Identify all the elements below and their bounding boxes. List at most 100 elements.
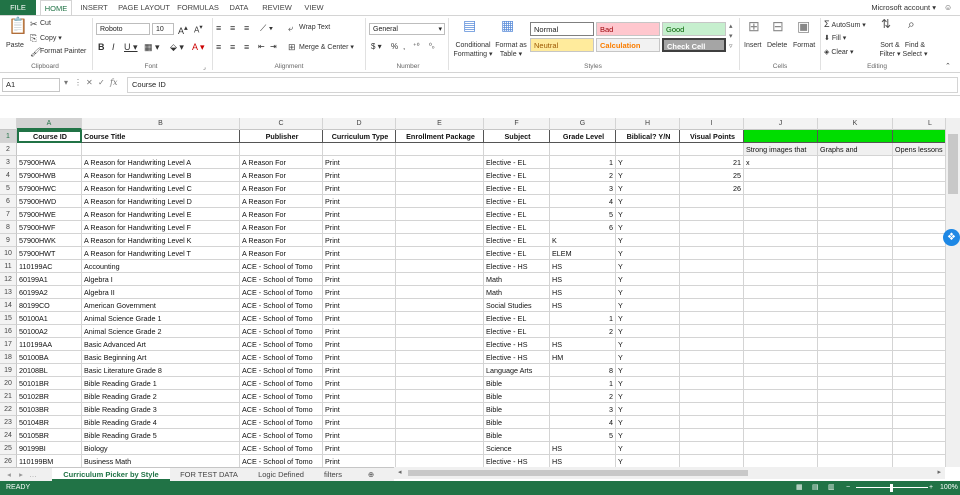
table-cell[interactable]: Print [323, 312, 396, 325]
table-cell[interactable]: Curriculum Type [323, 130, 396, 143]
table-cell[interactable]: Y [616, 325, 680, 338]
table-cell[interactable]: Print [323, 182, 396, 195]
table-cell[interactable]: ACE - School of Tomo [240, 377, 323, 390]
scroll-left-icon[interactable]: ◂ [398, 468, 402, 476]
table-cell[interactable] [893, 130, 945, 143]
table-cell[interactable] [680, 351, 744, 364]
table-cell[interactable]: Subject [484, 130, 550, 143]
prev-sheet-icon[interactable]: ◂ [4, 468, 14, 481]
table-cell[interactable] [680, 364, 744, 377]
find-select-button[interactable]: Find & Select ▾ [900, 41, 930, 59]
table-cell[interactable] [396, 182, 484, 195]
row-header[interactable]: 25 [0, 442, 17, 455]
table-cell[interactable] [744, 299, 818, 312]
table-cell[interactable] [396, 247, 484, 260]
table-cell[interactable] [396, 364, 484, 377]
table-cell[interactable] [893, 416, 945, 429]
table-cell[interactable] [893, 195, 945, 208]
table-cell[interactable]: Bible [484, 377, 550, 390]
table-cell[interactable] [680, 442, 744, 455]
table-cell[interactable] [893, 299, 945, 312]
table-cell[interactable] [680, 286, 744, 299]
name-box[interactable]: A1 [2, 78, 60, 92]
borders-icon[interactable]: ▦ ▾ [144, 42, 160, 53]
table-cell[interactable]: Print [323, 169, 396, 182]
grow-font-icon[interactable]: A▴ [178, 23, 188, 36]
table-cell[interactable]: ACE - School of Tomo [240, 260, 323, 273]
binoculars-icon[interactable]: ⌕ [908, 18, 915, 30]
copy-button[interactable]: Copy ▾ [40, 34, 62, 42]
table-cell[interactable] [818, 169, 893, 182]
table-cell[interactable] [396, 234, 484, 247]
table-cell[interactable]: Print [323, 286, 396, 299]
style-check-cell[interactable]: Check Cell [662, 38, 726, 52]
tab-review[interactable]: REVIEW [258, 0, 296, 15]
table-cell[interactable] [893, 364, 945, 377]
table-cell[interactable]: Elective - HS [484, 351, 550, 364]
table-cell[interactable]: 50100A2 [17, 325, 82, 338]
table-cell[interactable]: Elective - EL [484, 325, 550, 338]
scroll-right-icon[interactable]: ▸ [937, 468, 941, 476]
table-cell[interactable]: 50105BR [17, 429, 82, 442]
table-cell[interactable]: Elective - EL [484, 208, 550, 221]
table-cell[interactable] [818, 416, 893, 429]
table-cell[interactable] [893, 286, 945, 299]
align-left-icon[interactable]: ≡ [216, 42, 221, 52]
spreadsheet-grid[interactable]: 1 Course ID Course Title Publisher Curriculu… [0, 118, 945, 467]
table-cell[interactable] [818, 130, 893, 143]
table-cell[interactable] [744, 338, 818, 351]
table-cell[interactable] [893, 338, 945, 351]
table-cell[interactable]: Basic Advanced Art [82, 338, 240, 351]
table-cell[interactable] [240, 143, 323, 156]
table-cell[interactable] [893, 403, 945, 416]
table-cell[interactable]: Print [323, 351, 396, 364]
table-cell[interactable] [744, 390, 818, 403]
table-cell[interactable]: 2 [550, 325, 616, 338]
style-neutral[interactable]: Neutral [530, 38, 594, 52]
table-cell[interactable]: Elective - EL [484, 234, 550, 247]
row-header[interactable]: 26 [0, 455, 17, 467]
table-cell[interactable]: A Reason For [240, 208, 323, 221]
table-cell[interactable] [893, 429, 945, 442]
table-cell[interactable]: Y [616, 442, 680, 455]
table-cell[interactable]: ACE - School of Tomo [240, 429, 323, 442]
table-cell[interactable]: Elective - HS [484, 338, 550, 351]
table-cell[interactable]: Y [616, 221, 680, 234]
table-cell[interactable]: 50102BR [17, 390, 82, 403]
table-cell[interactable]: Bible Reading Grade 4 [82, 416, 240, 429]
table-cell[interactable] [396, 208, 484, 221]
row-header[interactable]: 19 [0, 364, 17, 377]
table-cell[interactable]: 4 [550, 195, 616, 208]
table-cell[interactable] [680, 208, 744, 221]
delete-cells-icon[interactable]: ⊟ [772, 19, 784, 33]
formula-input[interactable]: Course ID [127, 77, 958, 93]
table-cell[interactable]: 110199AC [17, 260, 82, 273]
row-header[interactable]: 24 [0, 429, 17, 442]
table-cell[interactable] [893, 390, 945, 403]
table-cell[interactable] [744, 286, 818, 299]
table-cell[interactable]: Visual Points [680, 130, 744, 143]
table-cell[interactable]: Elective - EL [484, 182, 550, 195]
table-cell[interactable] [744, 130, 818, 143]
table-cell[interactable] [396, 403, 484, 416]
table-cell[interactable] [680, 338, 744, 351]
table-cell[interactable]: 57900HWD [17, 195, 82, 208]
horizontal-scrollbar[interactable]: ◂ ▸ [394, 467, 945, 479]
top-align-icon[interactable]: ≡ [216, 23, 221, 33]
table-cell[interactable]: A Reason For [240, 221, 323, 234]
table-cell[interactable]: 57900HWA [17, 156, 82, 169]
table-cell[interactable]: Y [616, 390, 680, 403]
table-cell[interactable] [744, 429, 818, 442]
row-header[interactable]: 1 [0, 130, 17, 143]
table-cell[interactable]: A Reason for Handwriting Level B [82, 169, 240, 182]
table-cell[interactable]: Bible [484, 429, 550, 442]
merge-center-button[interactable]: Merge & Center ▾ [299, 43, 354, 51]
table-cell[interactable] [893, 182, 945, 195]
table-cell[interactable] [744, 416, 818, 429]
table-cell[interactable]: Print [323, 195, 396, 208]
row-header[interactable]: 20 [0, 377, 17, 390]
table-cell[interactable]: ACE - School of Tomo [240, 390, 323, 403]
zoom-slider-thumb[interactable] [890, 484, 893, 492]
table-cell[interactable]: Publisher [240, 130, 323, 143]
table-cell[interactable] [396, 299, 484, 312]
